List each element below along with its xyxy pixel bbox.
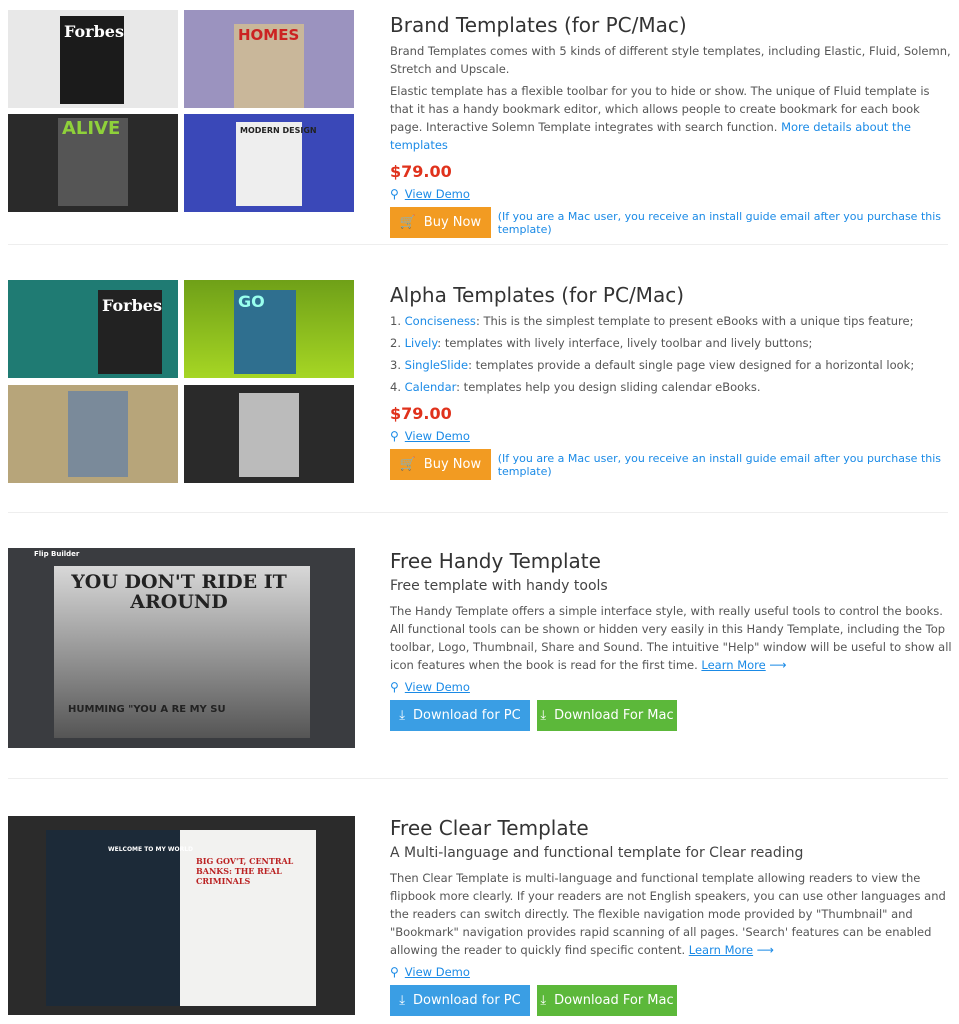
- search-icon: ⚲: [390, 680, 399, 694]
- download-icon: ⤓: [399, 993, 406, 1008]
- description: Then Clear Template is multi-language an…: [390, 871, 946, 957]
- view-demo-link[interactable]: View Demo: [405, 187, 470, 201]
- thumb-singleslide[interactable]: [8, 385, 178, 483]
- divider: [8, 512, 948, 513]
- section-subtitle: A Multi-language and functional template…: [390, 845, 804, 861]
- arrow-right-icon: ⟶: [756, 943, 774, 957]
- search-icon: ⚲: [390, 429, 399, 443]
- download-icon: ⤓: [540, 993, 547, 1008]
- learn-more-link[interactable]: Learn More: [689, 943, 753, 957]
- download-pc-button[interactable]: ⤓ Download for PC: [390, 985, 530, 1016]
- download-mac-button[interactable]: ⤓ Download For Mac: [537, 700, 677, 731]
- free-handy-template: Free Handy Template Free template with h…: [390, 548, 952, 731]
- download-mac-button[interactable]: ⤓ Download For Mac: [537, 985, 677, 1016]
- handy-template-preview[interactable]: Flip Builder YOU DON'T RIDE IT AROUND HU…: [8, 548, 355, 748]
- description: Brand Templates comes with 5 kinds of di…: [390, 44, 951, 76]
- learn-more-link[interactable]: Learn More: [701, 658, 765, 672]
- download-pc-button[interactable]: ⤓ Download for PC: [390, 700, 530, 731]
- section-subtitle: Free template with handy tools: [390, 578, 608, 594]
- download-icon: ⤓: [399, 708, 406, 723]
- brand-templates: Brand Templates (for PC/Mac) Brand Templ…: [390, 12, 952, 238]
- view-demo-link[interactable]: View Demo: [405, 680, 470, 694]
- thumb-fluid[interactable]: HOMES: [184, 10, 354, 108]
- clear-template-preview[interactable]: WELCOME TO MY WORLD BIG GOV'T, CENTRAL B…: [8, 816, 355, 1015]
- buy-now-button[interactable]: 🛒 Buy Now: [390, 207, 491, 238]
- download-icon: ⤓: [540, 708, 547, 723]
- arrow-right-icon: ⟶: [769, 658, 787, 672]
- thumb-solemn[interactable]: ALIVE: [8, 114, 178, 212]
- template-item: 3. SingleSlide: templates provide a defa…: [390, 358, 915, 372]
- cart-icon: 🛒: [399, 215, 416, 230]
- price: $79.00: [390, 404, 452, 423]
- buy-now-button[interactable]: 🛒 Buy Now: [390, 449, 491, 480]
- thumb-calendar[interactable]: [184, 385, 354, 483]
- template-item: 2. Lively: templates with lively interfa…: [390, 336, 813, 350]
- thumb-stretch[interactable]: MODERN DESIGN: [184, 114, 354, 212]
- divider: [8, 778, 948, 779]
- cart-icon: 🛒: [399, 457, 416, 472]
- description: Elastic template has a flexible toolbar …: [390, 84, 930, 152]
- thumb-elastic[interactable]: Forbes: [8, 10, 178, 108]
- description: The Handy Template offers a simple inter…: [390, 604, 952, 672]
- section-title: Alpha Templates (for PC/Mac): [390, 283, 684, 307]
- search-icon: ⚲: [390, 187, 399, 201]
- section-title: Free Handy Template: [390, 549, 601, 573]
- divider: [8, 244, 948, 245]
- template-item: 1. Conciseness: This is the simplest tem…: [390, 314, 914, 328]
- mac-note: (If you are a Mac user, you receive an i…: [497, 451, 942, 478]
- section-title: Brand Templates (for PC/Mac): [390, 13, 687, 37]
- view-demo-link[interactable]: View Demo: [405, 429, 470, 443]
- thumb-conciseness[interactable]: Forbes: [8, 280, 178, 378]
- price: $79.00: [390, 162, 452, 181]
- view-demo-link[interactable]: View Demo: [405, 965, 470, 979]
- template-item: 4. Calendar: templates help you design s…: [390, 380, 761, 394]
- thumb-lively[interactable]: GO: [184, 280, 354, 378]
- alpha-templates: Alpha Templates (for PC/Mac) 1. Concisen…: [390, 282, 952, 480]
- mac-note: (If you are a Mac user, you receive an i…: [497, 209, 942, 236]
- free-clear-template: Free Clear Template A Multi-language and…: [390, 815, 952, 1016]
- search-icon: ⚲: [390, 965, 399, 979]
- section-title: Free Clear Template: [390, 816, 589, 840]
